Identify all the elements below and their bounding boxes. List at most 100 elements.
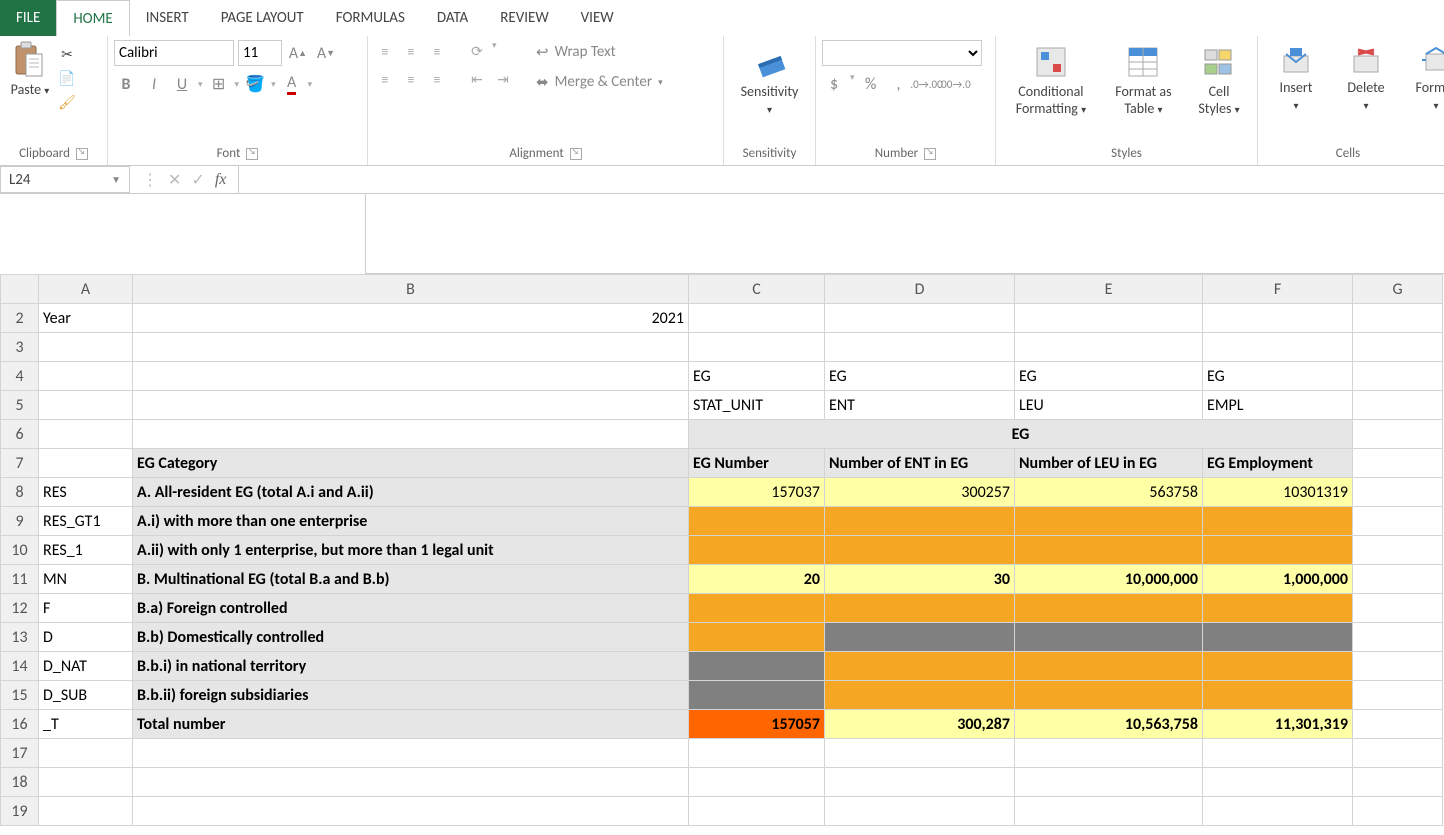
cell[interactable]: D_SUB <box>39 681 133 710</box>
row-header[interactable]: 7 <box>1 449 39 478</box>
formula-input[interactable] <box>238 166 1444 193</box>
cell[interactable] <box>1015 507 1203 536</box>
cell[interactable] <box>1015 652 1203 681</box>
cell[interactable] <box>1353 362 1443 391</box>
cell[interactable]: _T <box>39 710 133 739</box>
cell[interactable] <box>133 362 689 391</box>
format-cells-button[interactable]: Format▾ <box>1404 40 1444 118</box>
cell[interactable]: RES <box>39 478 133 507</box>
row-header[interactable]: 3 <box>1 333 39 362</box>
cell[interactable] <box>1353 652 1443 681</box>
cell[interactable] <box>1353 797 1443 826</box>
cut-icon[interactable]: ✂ <box>56 44 78 64</box>
row-header[interactable]: 18 <box>1 768 39 797</box>
cell[interactable] <box>1353 304 1443 333</box>
row-header[interactable]: 14 <box>1 652 39 681</box>
italic-button[interactable]: I <box>142 72 166 96</box>
font-dialog-launcher[interactable] <box>246 148 258 160</box>
cell[interactable]: 563758 <box>1015 478 1203 507</box>
cell[interactable]: 300,287 <box>825 710 1015 739</box>
align-center-icon[interactable]: ≡ <box>400 68 422 90</box>
paste-icon[interactable] <box>12 40 48 80</box>
cell[interactable]: Number of ENT in EG <box>825 449 1015 478</box>
cell[interactable]: 10301319 <box>1203 478 1353 507</box>
row-header[interactable]: 11 <box>1 565 39 594</box>
chevron-down-icon[interactable]: ▾ <box>850 72 855 96</box>
row-header[interactable]: 2 <box>1 304 39 333</box>
cell[interactable] <box>1015 739 1203 768</box>
col-header-C[interactable]: C <box>689 275 825 304</box>
chevron-down-icon[interactable]: ▾ <box>271 79 276 90</box>
cell[interactable] <box>1015 594 1203 623</box>
col-header-G[interactable]: G <box>1353 275 1443 304</box>
row-header[interactable]: 17 <box>1 739 39 768</box>
cell[interactable]: ENT <box>825 391 1015 420</box>
cell[interactable]: 11,301,319 <box>1203 710 1353 739</box>
sensitivity-icon[interactable] <box>752 44 788 80</box>
paste-button[interactable]: Paste ▾ <box>11 82 50 99</box>
name-box[interactable]: L24▼ <box>0 166 130 193</box>
cell[interactable] <box>39 362 133 391</box>
row-header[interactable]: 8 <box>1 478 39 507</box>
cell[interactable] <box>825 304 1015 333</box>
decrease-decimal-icon[interactable]: .00→.0 <box>943 72 967 96</box>
cell[interactable] <box>825 681 1015 710</box>
cell[interactable] <box>825 768 1015 797</box>
number-dialog-launcher[interactable] <box>924 148 936 160</box>
cell[interactable] <box>1203 594 1353 623</box>
cell[interactable] <box>1353 478 1443 507</box>
cell[interactable] <box>825 797 1015 826</box>
row-header[interactable]: 6 <box>1 420 39 449</box>
delete-cells-button[interactable]: Delete▾ <box>1334 40 1398 118</box>
underline-button[interactable]: U <box>170 72 194 96</box>
tab-file[interactable]: FILE <box>0 0 56 36</box>
more-icon[interactable]: ⋮ <box>142 170 158 190</box>
cell[interactable] <box>825 739 1015 768</box>
number-format-select[interactable] <box>822 40 982 66</box>
format-as-table-button[interactable]: Format as Table ▾ <box>1108 40 1179 122</box>
cell[interactable]: A.i) with more than one enterprise <box>133 507 689 536</box>
cell[interactable] <box>689 681 825 710</box>
cell[interactable] <box>133 739 689 768</box>
cell[interactable] <box>39 420 133 449</box>
cell[interactable] <box>1203 739 1353 768</box>
cell[interactable]: B. Multinational EG (total B.a and B.b) <box>133 565 689 594</box>
col-header-D[interactable]: D <box>825 275 1015 304</box>
cell[interactable] <box>1353 623 1443 652</box>
cell[interactable] <box>689 739 825 768</box>
cell[interactable]: B.b.i) in national territory <box>133 652 689 681</box>
cell[interactable] <box>133 420 689 449</box>
font-size-select[interactable] <box>238 40 282 66</box>
cell[interactable] <box>689 594 825 623</box>
accept-formula-icon[interactable]: ✓ <box>191 170 204 190</box>
formula-expand-area[interactable] <box>365 194 1444 274</box>
cell[interactable] <box>133 333 689 362</box>
cell[interactable]: B.a) Foreign controlled <box>133 594 689 623</box>
cell[interactable]: EG <box>1015 362 1203 391</box>
align-left-icon[interactable]: ≡ <box>374 68 396 90</box>
tab-formulas[interactable]: FORMULAS <box>320 0 421 36</box>
cell[interactable]: 20 <box>689 565 825 594</box>
cell[interactable]: 157037 <box>689 478 825 507</box>
cell[interactable] <box>133 768 689 797</box>
cell[interactable] <box>1015 623 1203 652</box>
cell[interactable] <box>825 507 1015 536</box>
row-header[interactable]: 5 <box>1 391 39 420</box>
col-header-E[interactable]: E <box>1015 275 1203 304</box>
cell[interactable]: B.b.ii) foreign subsidiaries <box>133 681 689 710</box>
font-color-button[interactable]: A <box>280 72 304 96</box>
cell[interactable]: D <box>39 623 133 652</box>
cell[interactable]: Number of LEU in EG <box>1015 449 1203 478</box>
indent-increase-icon[interactable]: ⇥ <box>492 68 514 90</box>
currency-icon[interactable]: $ <box>822 72 846 96</box>
cell[interactable]: D_NAT <box>39 652 133 681</box>
cell[interactable] <box>1353 594 1443 623</box>
row-header[interactable]: 12 <box>1 594 39 623</box>
cell[interactable] <box>1203 304 1353 333</box>
cell[interactable]: EG <box>1203 362 1353 391</box>
cell[interactable]: EG Employment <box>1203 449 1353 478</box>
grow-font-icon[interactable]: A▲ <box>286 41 310 65</box>
row-header[interactable]: 19 <box>1 797 39 826</box>
comma-icon[interactable]: , <box>887 72 911 96</box>
row-header[interactable]: 4 <box>1 362 39 391</box>
